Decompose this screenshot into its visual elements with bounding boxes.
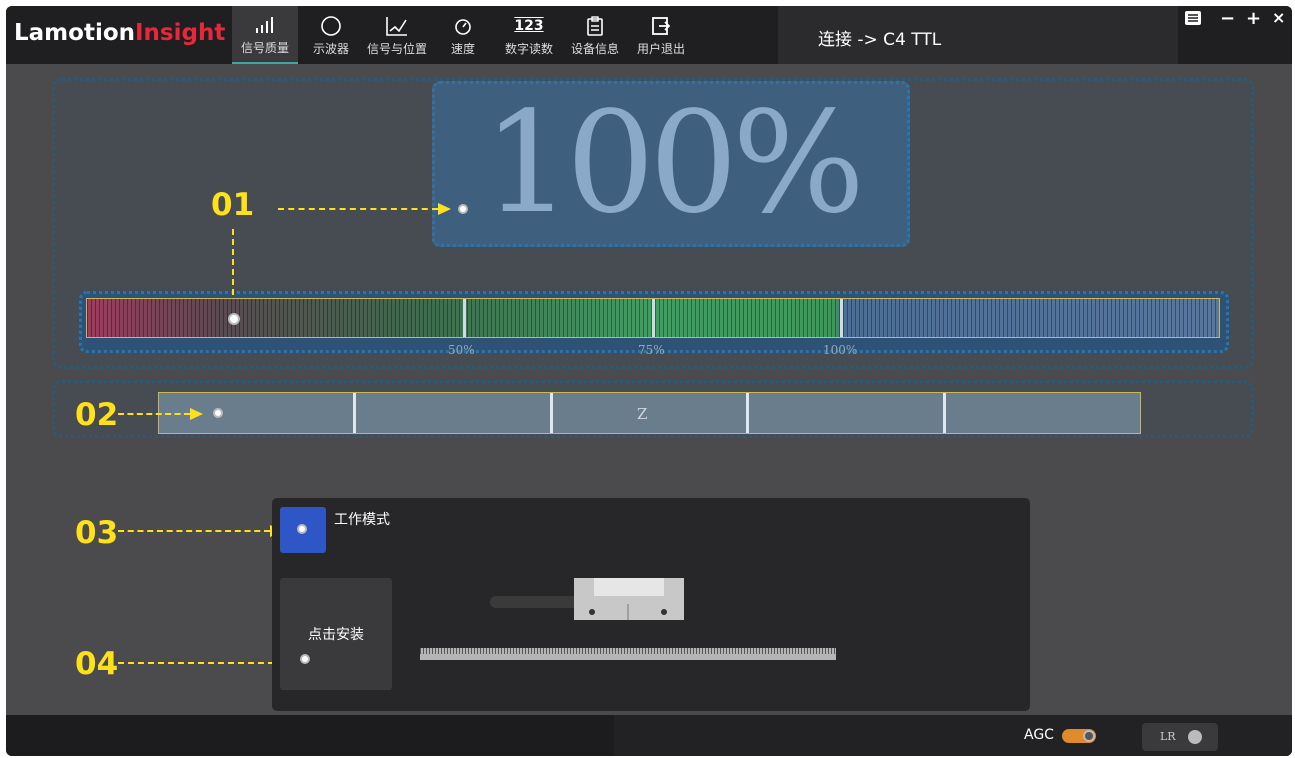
arrow-icon bbox=[190, 408, 203, 420]
annotation-line bbox=[232, 229, 234, 295]
z-divider bbox=[550, 393, 553, 433]
app-window: LamotionInsight 信号质量 示波器 信号与位置 速度 123 数字… bbox=[6, 6, 1292, 756]
nav-device-info[interactable]: 设备信息 bbox=[562, 6, 628, 64]
z-divider bbox=[353, 393, 356, 433]
signal-bars-icon bbox=[255, 13, 275, 37]
annotation-03: 03 bbox=[75, 515, 119, 551]
nav-signal-position[interactable]: 信号与位置 bbox=[364, 6, 430, 64]
work-mode-label: 工作模式 bbox=[334, 512, 390, 528]
annotation-02: 02 bbox=[75, 397, 119, 433]
main-nav: 信号质量 示波器 信号与位置 速度 123 数字读数 设备信息 用户退出 bbox=[232, 6, 694, 64]
arrow-icon bbox=[438, 203, 451, 215]
signal-level-bar bbox=[86, 298, 1220, 338]
nav-user-exit[interactable]: 用户退出 bbox=[628, 6, 694, 64]
logo: LamotionInsight bbox=[14, 20, 226, 46]
nav-signal-quality[interactable]: 信号质量 bbox=[232, 6, 298, 64]
tick-50 bbox=[463, 299, 466, 337]
tick-label-75: 75% bbox=[638, 343, 665, 357]
connection-status: 连接 -> C4 TTL bbox=[778, 6, 1178, 64]
nav-speed[interactable]: 速度 bbox=[430, 6, 496, 64]
status-bar-right: AGC LR bbox=[614, 715, 1292, 756]
marker-dot bbox=[213, 408, 223, 418]
status-bar: AGC LR bbox=[6, 715, 1292, 756]
minimize-button[interactable]: − bbox=[1220, 8, 1235, 29]
nav-digital-readout[interactable]: 123 数字读数 bbox=[496, 6, 562, 64]
exit-icon bbox=[651, 14, 671, 38]
agc-label: AGC bbox=[1024, 727, 1054, 743]
z-divider bbox=[943, 393, 946, 433]
signal-level-marker bbox=[228, 313, 240, 325]
lr-toggle[interactable]: LR bbox=[1142, 723, 1218, 751]
work-mode-panel: 工作模式 点击安装 bbox=[272, 498, 1030, 711]
digits-123-icon: 123 bbox=[514, 17, 544, 34]
signal-percent-display: 100% bbox=[432, 81, 910, 247]
window-controls: − + × bbox=[1178, 6, 1292, 64]
annotation-01: 01 bbox=[211, 187, 255, 223]
maximize-button[interactable]: + bbox=[1246, 8, 1261, 29]
z-label: Z bbox=[637, 405, 648, 423]
encoder-readhead-illustration bbox=[420, 578, 836, 660]
tick-label-100: 100% bbox=[823, 343, 858, 357]
agc-toggle[interactable] bbox=[1062, 729, 1096, 743]
toggle-knob bbox=[1188, 730, 1202, 744]
nav-oscilloscope[interactable]: 示波器 bbox=[298, 6, 364, 64]
annotation-line bbox=[118, 662, 274, 664]
circle-icon bbox=[320, 14, 342, 38]
list-icon[interactable] bbox=[1184, 6, 1202, 31]
marker-dot bbox=[297, 524, 307, 534]
main-content: 100% 50% 75% 100% Z 01 02 03 04 工作模式 点击安… bbox=[6, 64, 1292, 715]
annotation-line bbox=[278, 208, 438, 210]
annotation-line bbox=[118, 413, 190, 415]
top-toolbar: LamotionInsight 信号质量 示波器 信号与位置 速度 123 数字… bbox=[6, 6, 1292, 64]
signal-level-bar-panel: 50% 75% 100% bbox=[79, 291, 1229, 357]
lr-label: LR bbox=[1160, 730, 1176, 743]
work-mode-button[interactable] bbox=[280, 507, 326, 553]
toggle-knob bbox=[1083, 730, 1095, 742]
marker-dot bbox=[300, 654, 310, 664]
install-button[interactable]: 点击安装 bbox=[280, 578, 392, 690]
tick-label-50: 50% bbox=[448, 343, 475, 357]
z-index-bar: Z bbox=[158, 392, 1141, 434]
clipboard-icon bbox=[586, 14, 604, 38]
marker-dot bbox=[458, 204, 468, 214]
line-graph-icon bbox=[385, 14, 409, 38]
z-divider bbox=[746, 393, 749, 433]
annotation-04: 04 bbox=[75, 646, 119, 682]
tick-75 bbox=[652, 299, 655, 337]
speedometer-icon bbox=[453, 14, 473, 38]
annotation-line bbox=[118, 530, 270, 532]
tick-100 bbox=[840, 299, 843, 337]
close-button[interactable]: × bbox=[1272, 8, 1285, 27]
